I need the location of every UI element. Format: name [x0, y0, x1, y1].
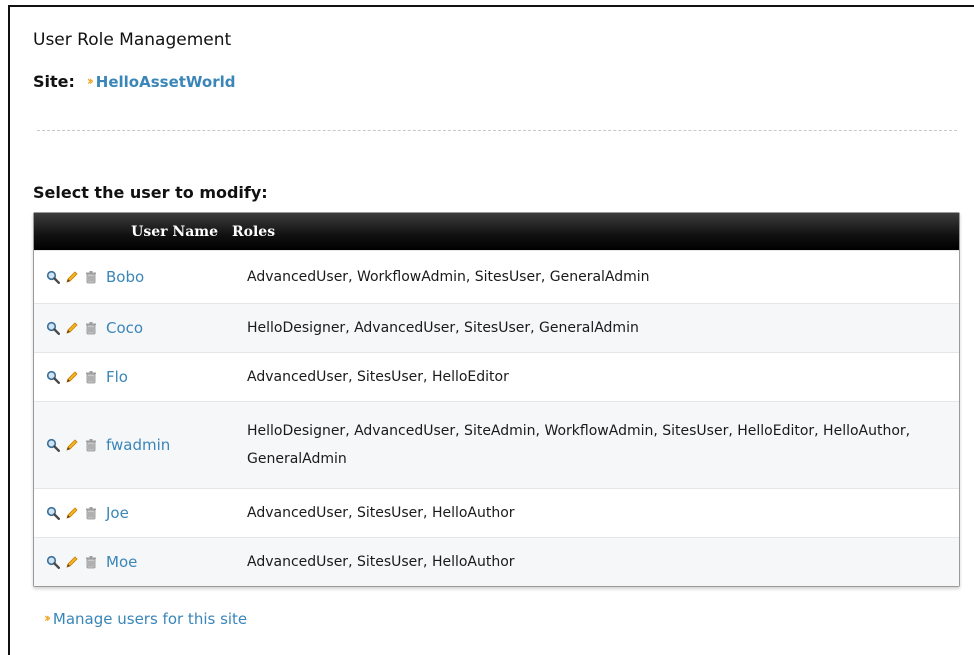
pencil-icon[interactable] [65, 555, 79, 569]
roles-cell: HelloDesigner, AdvancedUser, SiteAdmin, … [247, 423, 911, 467]
roles-cell: AdvancedUser, SitesUser, HelloEditor [247, 369, 509, 385]
user-name-link[interactable]: Moe [106, 553, 137, 571]
page-title: User Role Management [33, 30, 232, 50]
magnifier-icon[interactable] [46, 270, 60, 284]
user-cell: Coco [34, 319, 247, 337]
manage-users-link[interactable]: ›› Manage users for this site [44, 610, 247, 628]
magnifier-icon[interactable] [46, 321, 60, 335]
roles-cell: HelloDesigner, AdvancedUser, SitesUser, … [247, 320, 639, 336]
row-actions [46, 321, 98, 335]
user-name-link[interactable]: Flo [106, 368, 128, 386]
dashed-divider [37, 130, 957, 131]
double-arrow-icon: ›› [44, 611, 51, 625]
table-row: Moe AdvancedUser, SitesUser, HelloAuthor [34, 537, 959, 586]
table-row: Coco HelloDesigner, AdvancedUser, SitesU… [34, 303, 959, 352]
manage-users-label: Manage users for this site [52, 610, 248, 628]
table-row: Joe AdvancedUser, SitesUser, HelloAuthor [34, 488, 959, 537]
user-cell: fwadmin [34, 436, 247, 454]
column-header-roles[interactable]: Roles [232, 224, 275, 240]
user-cell: Flo [34, 368, 247, 386]
magnifier-icon[interactable] [46, 438, 60, 452]
site-row: Site: ›› HelloAssetWorld [33, 72, 236, 91]
pencil-icon[interactable] [65, 506, 79, 520]
column-header-user-name[interactable]: User Name [34, 224, 232, 240]
table-row: Bobo AdvancedUser, WorkflowAdmin, SitesU… [34, 250, 959, 303]
user-cell: Joe [34, 504, 247, 522]
user-name-link[interactable]: Bobo [106, 268, 144, 286]
trash-icon[interactable] [84, 270, 98, 284]
table-header: User Name Roles [34, 213, 959, 250]
magnifier-icon[interactable] [46, 506, 60, 520]
trash-icon[interactable] [84, 370, 98, 384]
trash-icon[interactable] [84, 555, 98, 569]
site-link[interactable]: ›› HelloAssetWorld [87, 73, 236, 91]
pencil-icon[interactable] [65, 270, 79, 284]
pencil-icon[interactable] [65, 321, 79, 335]
user-name-link[interactable]: Coco [106, 319, 143, 337]
roles-cell: AdvancedUser, SitesUser, HelloAuthor [247, 505, 515, 521]
row-actions [46, 438, 98, 452]
users-table: User Name Roles Bobo AdvancedUser, Workf… [33, 212, 960, 587]
site-label: Site: [33, 72, 75, 91]
user-cell: Bobo [34, 268, 247, 286]
pencil-icon[interactable] [65, 370, 79, 384]
row-actions [46, 555, 98, 569]
roles-cell: AdvancedUser, WorkflowAdmin, SitesUser, … [247, 269, 650, 285]
table-row: fwadmin HelloDesigner, AdvancedUser, Sit… [34, 401, 959, 488]
user-cell: Moe [34, 553, 247, 571]
magnifier-icon[interactable] [46, 555, 60, 569]
roles-cell: AdvancedUser, SitesUser, HelloAuthor [247, 554, 515, 570]
row-actions [46, 370, 98, 384]
trash-icon[interactable] [84, 438, 98, 452]
double-arrow-icon: ›› [86, 73, 94, 88]
table-row: Flo AdvancedUser, SitesUser, HelloEditor [34, 352, 959, 401]
select-user-label: Select the user to modify: [33, 183, 268, 202]
user-name-link[interactable]: Joe [106, 504, 129, 522]
row-actions [46, 506, 98, 520]
site-name: HelloAssetWorld [95, 72, 236, 91]
trash-icon[interactable] [84, 321, 98, 335]
trash-icon[interactable] [84, 506, 98, 520]
user-name-link[interactable]: fwadmin [106, 436, 170, 454]
pencil-icon[interactable] [65, 438, 79, 452]
magnifier-icon[interactable] [46, 370, 60, 384]
row-actions [46, 270, 98, 284]
